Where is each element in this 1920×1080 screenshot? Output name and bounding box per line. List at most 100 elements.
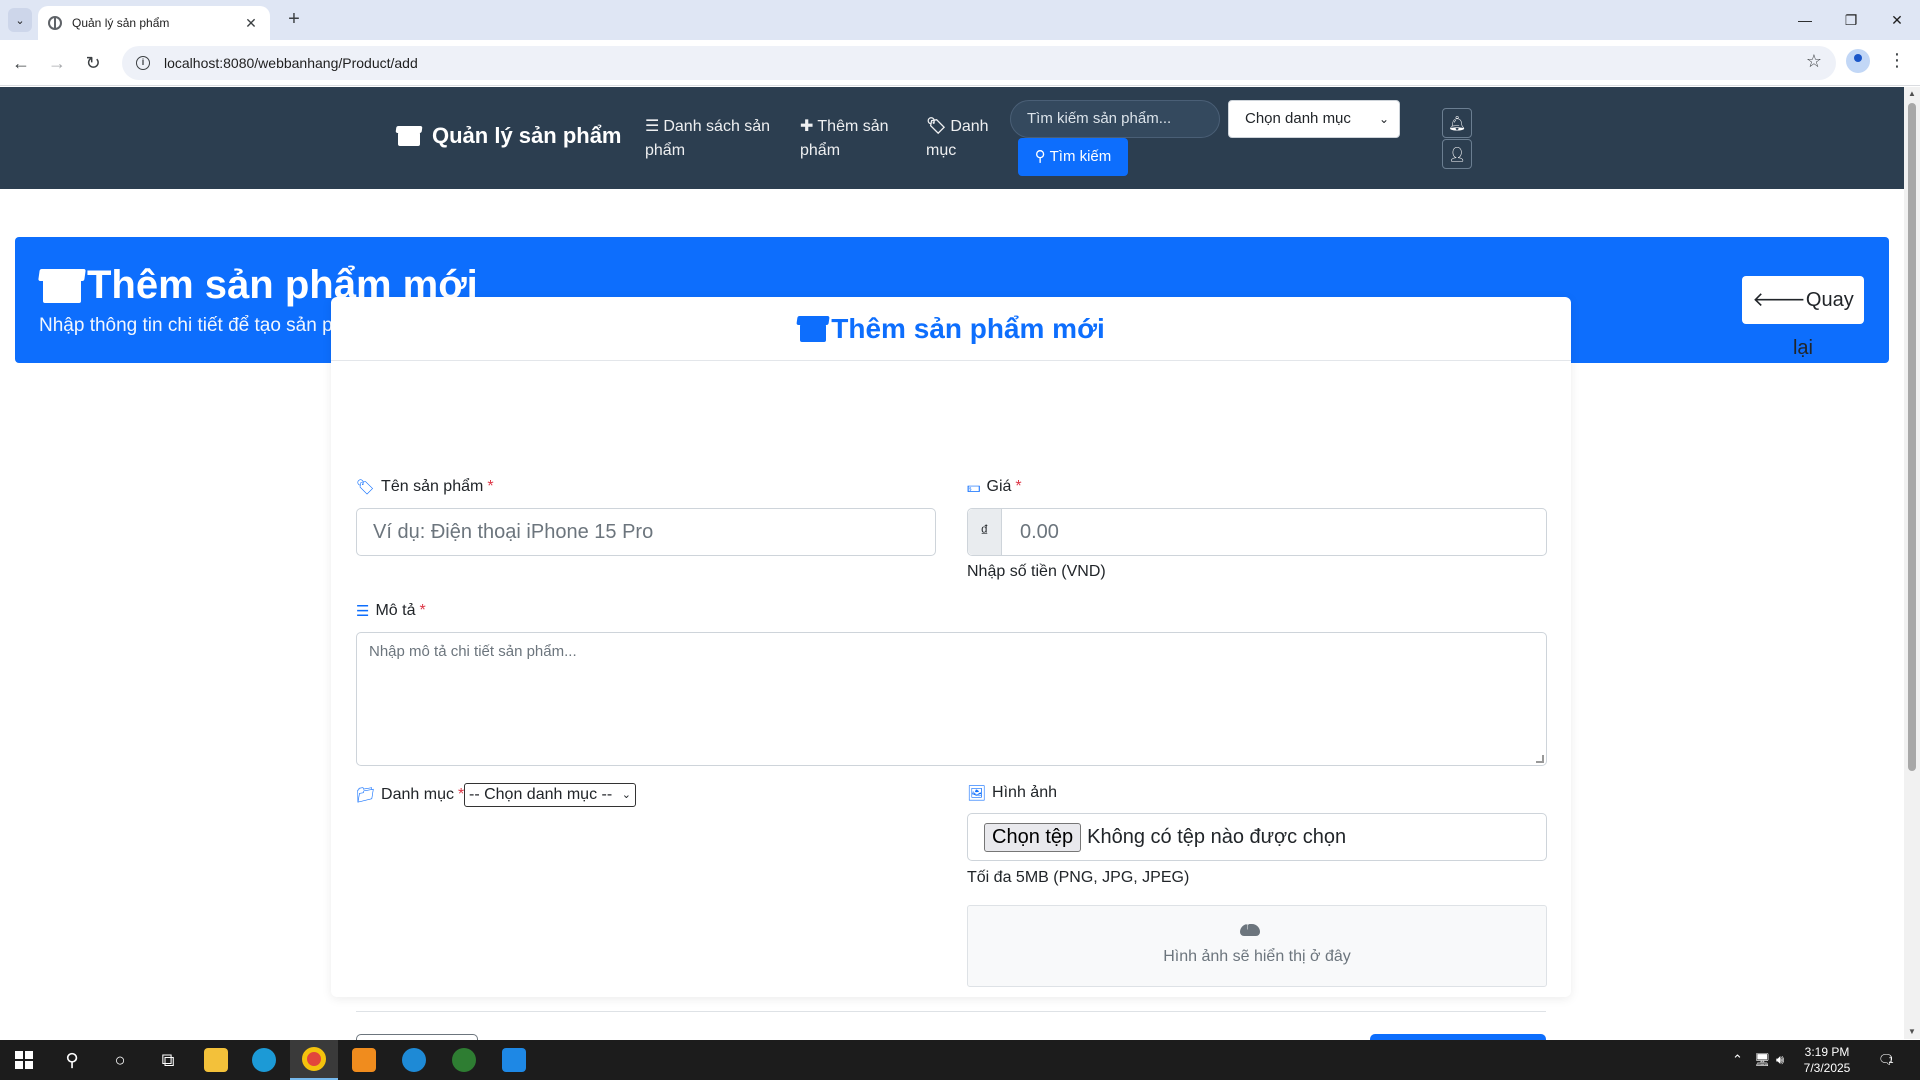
- image-help-text: Tối đa 5MB (PNG, JPG, JPEG): [967, 869, 1190, 886]
- address-bar[interactable]: i localhost:8080/webbanhang/Product/add …: [122, 46, 1836, 80]
- description-textarea[interactable]: Nhập mô tả chi tiết sản phẩm...: [356, 632, 1547, 766]
- vscode-icon[interactable]: [490, 1040, 538, 1080]
- image-file-input[interactable]: Chọn tệp Không có tệp nào được chọn: [967, 813, 1547, 861]
- price-help-text: Nhập số tiền (VND): [967, 563, 1106, 580]
- nav-link-categories[interactable]: 🏷︎ Danh mục: [926, 115, 989, 163]
- bell-icon: 🔔︎: [1448, 115, 1466, 131]
- category-label: 📁︎ Danh mục *: [356, 786, 464, 804]
- page-scrollbar[interactable]: ▲ ▼: [1904, 87, 1920, 1039]
- category-filter-value: Chọn danh mục: [1245, 110, 1351, 127]
- brand-label: Quản lý sản phẩm: [432, 123, 622, 148]
- form-header: Thêm sản phẩm mới: [331, 297, 1571, 361]
- folder-icon: 📁︎: [356, 787, 376, 804]
- close-tab-icon[interactable]: ✕: [242, 15, 260, 32]
- chevron-down-icon: ⌄: [1378, 112, 1389, 126]
- description-placeholder: Nhập mô tả chi tiết sản phẩm...: [369, 643, 577, 660]
- choose-file-button[interactable]: Chọn tệp: [984, 822, 1082, 852]
- search-icon: ⚲: [1034, 148, 1046, 165]
- tab-search-button[interactable]: ⌄: [8, 8, 32, 32]
- search-icon[interactable]: ⚲: [48, 1040, 96, 1080]
- currency-prefix: ₫: [968, 509, 1002, 555]
- tag-icon: 🏷︎: [356, 479, 376, 496]
- task-view-icon[interactable]: ⧉: [144, 1040, 192, 1080]
- nav-link-label-line2: phẩm: [800, 142, 841, 159]
- browser-tab-active[interactable]: Quản lý sản phẩm ✕: [38, 6, 270, 40]
- app-hs-icon[interactable]: [440, 1040, 488, 1080]
- nav-link-label: Danh: [950, 118, 989, 135]
- forward-arrow-icon[interactable]: →: [44, 50, 70, 76]
- clock-time: 3:19 PM: [1804, 1045, 1850, 1059]
- site-info-icon[interactable]: i: [136, 56, 150, 70]
- nav-link-label-line2: phẩm: [645, 142, 686, 159]
- resize-handle-icon[interactable]: [1536, 755, 1544, 763]
- required-mark: *: [1015, 478, 1022, 495]
- globe-icon: [48, 16, 62, 30]
- back-button[interactable]: 🡐Quay lại: [1742, 276, 1864, 359]
- app-blue-icon[interactable]: [390, 1040, 438, 1080]
- money-bill-icon: 💵︎: [967, 478, 981, 496]
- required-mark: *: [419, 602, 426, 619]
- reload-icon[interactable]: ↻: [80, 50, 106, 76]
- file-explorer-icon[interactable]: [192, 1040, 240, 1080]
- box-open-icon: [39, 269, 85, 303]
- new-tab-button[interactable]: +: [282, 8, 306, 32]
- network-icon[interactable]: 🖥︎: [1754, 1040, 1771, 1080]
- price-label: 💵︎ Giá *: [967, 478, 1022, 496]
- cortana-icon[interactable]: ○: [96, 1040, 144, 1080]
- scroll-down-icon[interactable]: ▼: [1908, 1027, 1916, 1036]
- category-filter-select[interactable]: Chọn danh mục ⌄: [1228, 100, 1400, 138]
- chevron-down-icon: ⌄: [621, 789, 631, 801]
- product-name-input[interactable]: Ví dụ: Điện thoại iPhone 15 Pro: [356, 508, 936, 556]
- bookmark-star-icon[interactable]: ☆: [1806, 51, 1822, 72]
- product-name-label: 🏷︎ Tên sản phẩm *: [356, 478, 494, 496]
- category-label-text: Danh mục: [381, 786, 454, 803]
- scrollbar-thumb[interactable]: [1908, 103, 1916, 771]
- nav-link-label: Thêm sản: [817, 118, 889, 135]
- user-button[interactable]: 👤︎: [1442, 139, 1472, 169]
- arrow-left-icon: 🡐: [1752, 289, 1806, 311]
- required-mark: *: [487, 478, 494, 495]
- scroll-up-icon[interactable]: ▲: [1908, 89, 1916, 98]
- price-placeholder: 0.00: [1020, 520, 1059, 543]
- form-divider: [356, 1011, 1546, 1012]
- navbar-brand[interactable]: Quản lý sản phẩm: [396, 123, 622, 149]
- windows-logo-icon: [15, 1051, 33, 1069]
- nav-link-add-product[interactable]: ✚ Thêm sản phẩm: [800, 115, 889, 163]
- tags-icon: 🏷︎: [926, 118, 947, 135]
- category-select[interactable]: -- Chọn danh mục -- ⌄: [464, 783, 636, 807]
- notification-center-icon[interactable]: 🗨︎ 1: [1878, 1040, 1895, 1080]
- chrome-icon[interactable]: [290, 1040, 338, 1080]
- back-arrow-icon[interactable]: ←: [8, 50, 34, 76]
- search-button-label: Tìm kiếm: [1049, 148, 1112, 165]
- tab-title: Quản lý sản phẩm: [72, 16, 170, 30]
- plus-icon: ✚: [800, 118, 814, 135]
- profile-avatar-icon[interactable]: [1846, 49, 1870, 73]
- close-window-button[interactable]: ✕: [1874, 0, 1920, 40]
- search-button[interactable]: ⚲ Tìm kiếm: [1018, 138, 1128, 176]
- browser-menu-icon[interactable]: ⋮: [1888, 50, 1906, 71]
- windows-taskbar: ⚲ ○ ⧉ ⌃ 🖥︎ 🔊︎ 3:19 PM 7/3/2025 🗨︎ 1: [0, 1040, 1920, 1080]
- browser-toolbar: ← → ↻ i localhost:8080/webbanhang/Produc…: [0, 40, 1920, 86]
- preview-placeholder-text: Hình ảnh sẽ hiển thị ở đây: [1163, 948, 1351, 965]
- show-hidden-icons[interactable]: ⌃: [1732, 1040, 1743, 1080]
- image-preview-box: Hình ảnh sẽ hiển thị ở đây: [967, 905, 1547, 987]
- notification-button[interactable]: 🔔︎: [1442, 108, 1472, 138]
- nav-link-product-list[interactable]: ☰ Danh sách sản phẩm: [645, 115, 770, 163]
- app-orange-icon[interactable]: [340, 1040, 388, 1080]
- minimize-button[interactable]: —: [1782, 0, 1828, 40]
- image-label-text: Hình ảnh: [992, 784, 1057, 801]
- notification-count: 1: [1888, 1055, 1894, 1065]
- box-open-icon: [396, 126, 422, 146]
- restore-button[interactable]: ❐: [1828, 0, 1874, 40]
- price-input[interactable]: ₫ 0.00: [967, 508, 1547, 556]
- edge-icon[interactable]: [240, 1040, 288, 1080]
- volume-icon[interactable]: 🔊︎: [1776, 1040, 1784, 1080]
- list-icon: ☰: [645, 118, 660, 135]
- description-label: ☰ Mô tả *: [356, 602, 426, 620]
- category-select-value: -- Chọn danh mục --: [469, 786, 613, 803]
- box-open-icon: [797, 316, 829, 342]
- start-button[interactable]: [0, 1040, 48, 1080]
- search-input[interactable]: Tìm kiếm sản phẩm...: [1010, 100, 1220, 138]
- image-label: 🖼︎ Hình ảnh: [967, 784, 1057, 802]
- system-clock[interactable]: 3:19 PM 7/3/2025: [1792, 1044, 1862, 1076]
